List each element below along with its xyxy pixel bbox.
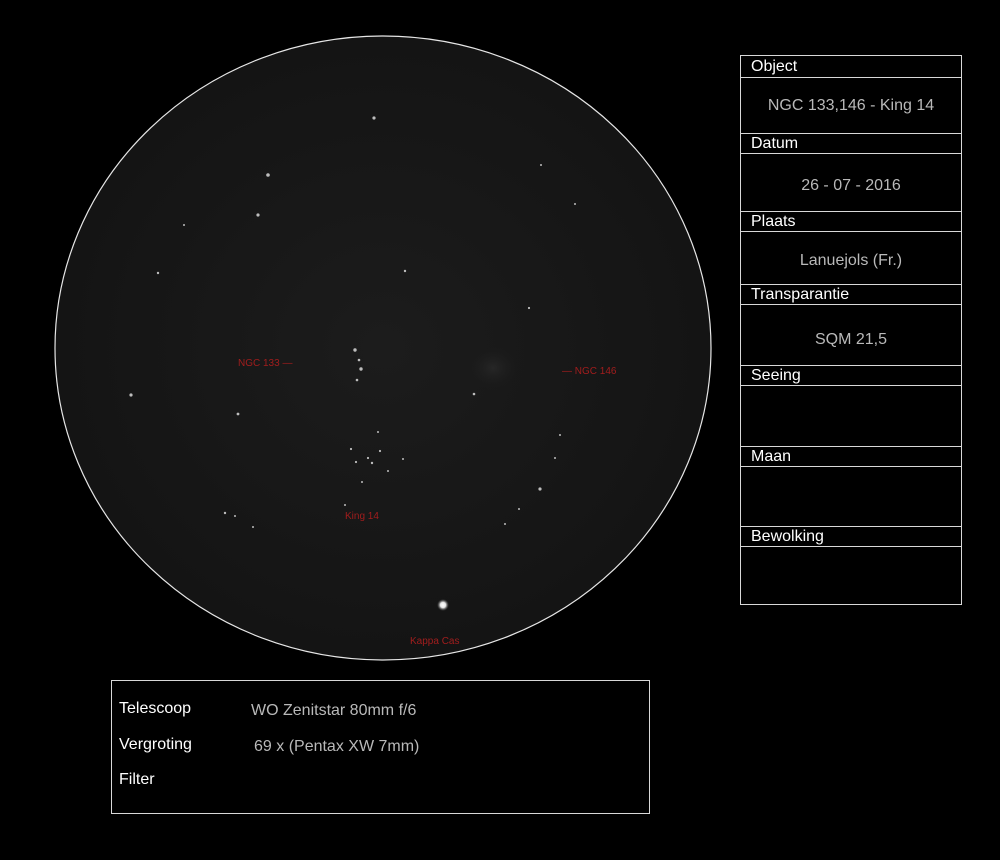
star [266,173,270,177]
datum-header: Datum [741,133,961,154]
bewolking-header: Bewolking [741,526,961,547]
vergroting-value: 69 x (Pentax XW 7mm) [254,738,420,755]
star [236,412,240,416]
plaats-value: Lanuejols (Fr.) [799,252,903,269]
datum-value: 26 - 07 - 2016 [801,177,901,194]
star [129,393,133,397]
star [372,116,376,120]
seeing-header: Seeing [741,365,961,386]
star [559,434,561,436]
plaats-header: Plaats [741,211,961,232]
equipment-panel: Telescoop WO Zenitstar 80mm f/6 Vergroti… [111,680,650,814]
star [252,526,254,528]
kappa-cas-label: Kappa Cas [410,636,460,647]
field-of-view-circle [54,35,712,661]
ngc133-label: NGC 133 — [238,358,293,369]
star [527,306,531,310]
star [504,523,506,525]
star [344,504,346,506]
observation-log-panel: Object NGC 133,146 - King 14 Datum 26 - … [740,55,962,605]
star [183,224,185,226]
star [366,456,370,460]
star [353,348,357,352]
star [402,458,404,460]
ngc146-haze [467,346,519,390]
star [554,457,556,459]
star [349,447,353,451]
star [361,481,363,483]
kappa-cas-star [437,599,449,611]
star [387,470,389,472]
star [223,511,227,515]
object-header: Object [741,57,961,78]
star [538,487,542,491]
star [378,449,382,453]
ngc146-label: — NGC 146 [562,366,617,377]
star [370,461,374,465]
star [472,392,476,396]
object-value: NGC 133,146 - King 14 [767,97,935,114]
star [357,358,361,362]
maan-header: Maan [741,446,961,467]
star [354,460,358,464]
transparantie-value: SQM 21,5 [814,331,888,348]
star [359,367,363,371]
transparantie-header: Transparantie [741,284,961,305]
filter-label: Filter [119,771,155,788]
telescoop-value: WO Zenitstar 80mm f/6 [251,702,417,719]
star [355,378,359,382]
star [540,164,542,166]
star [574,203,576,205]
star [256,213,260,217]
vergroting-label: Vergroting [119,736,192,753]
star [377,431,379,433]
king14-label: King 14 [345,511,379,522]
star [518,508,520,510]
star [403,269,407,273]
star [234,515,236,517]
telescoop-label: Telescoop [119,700,192,717]
star [156,271,160,275]
